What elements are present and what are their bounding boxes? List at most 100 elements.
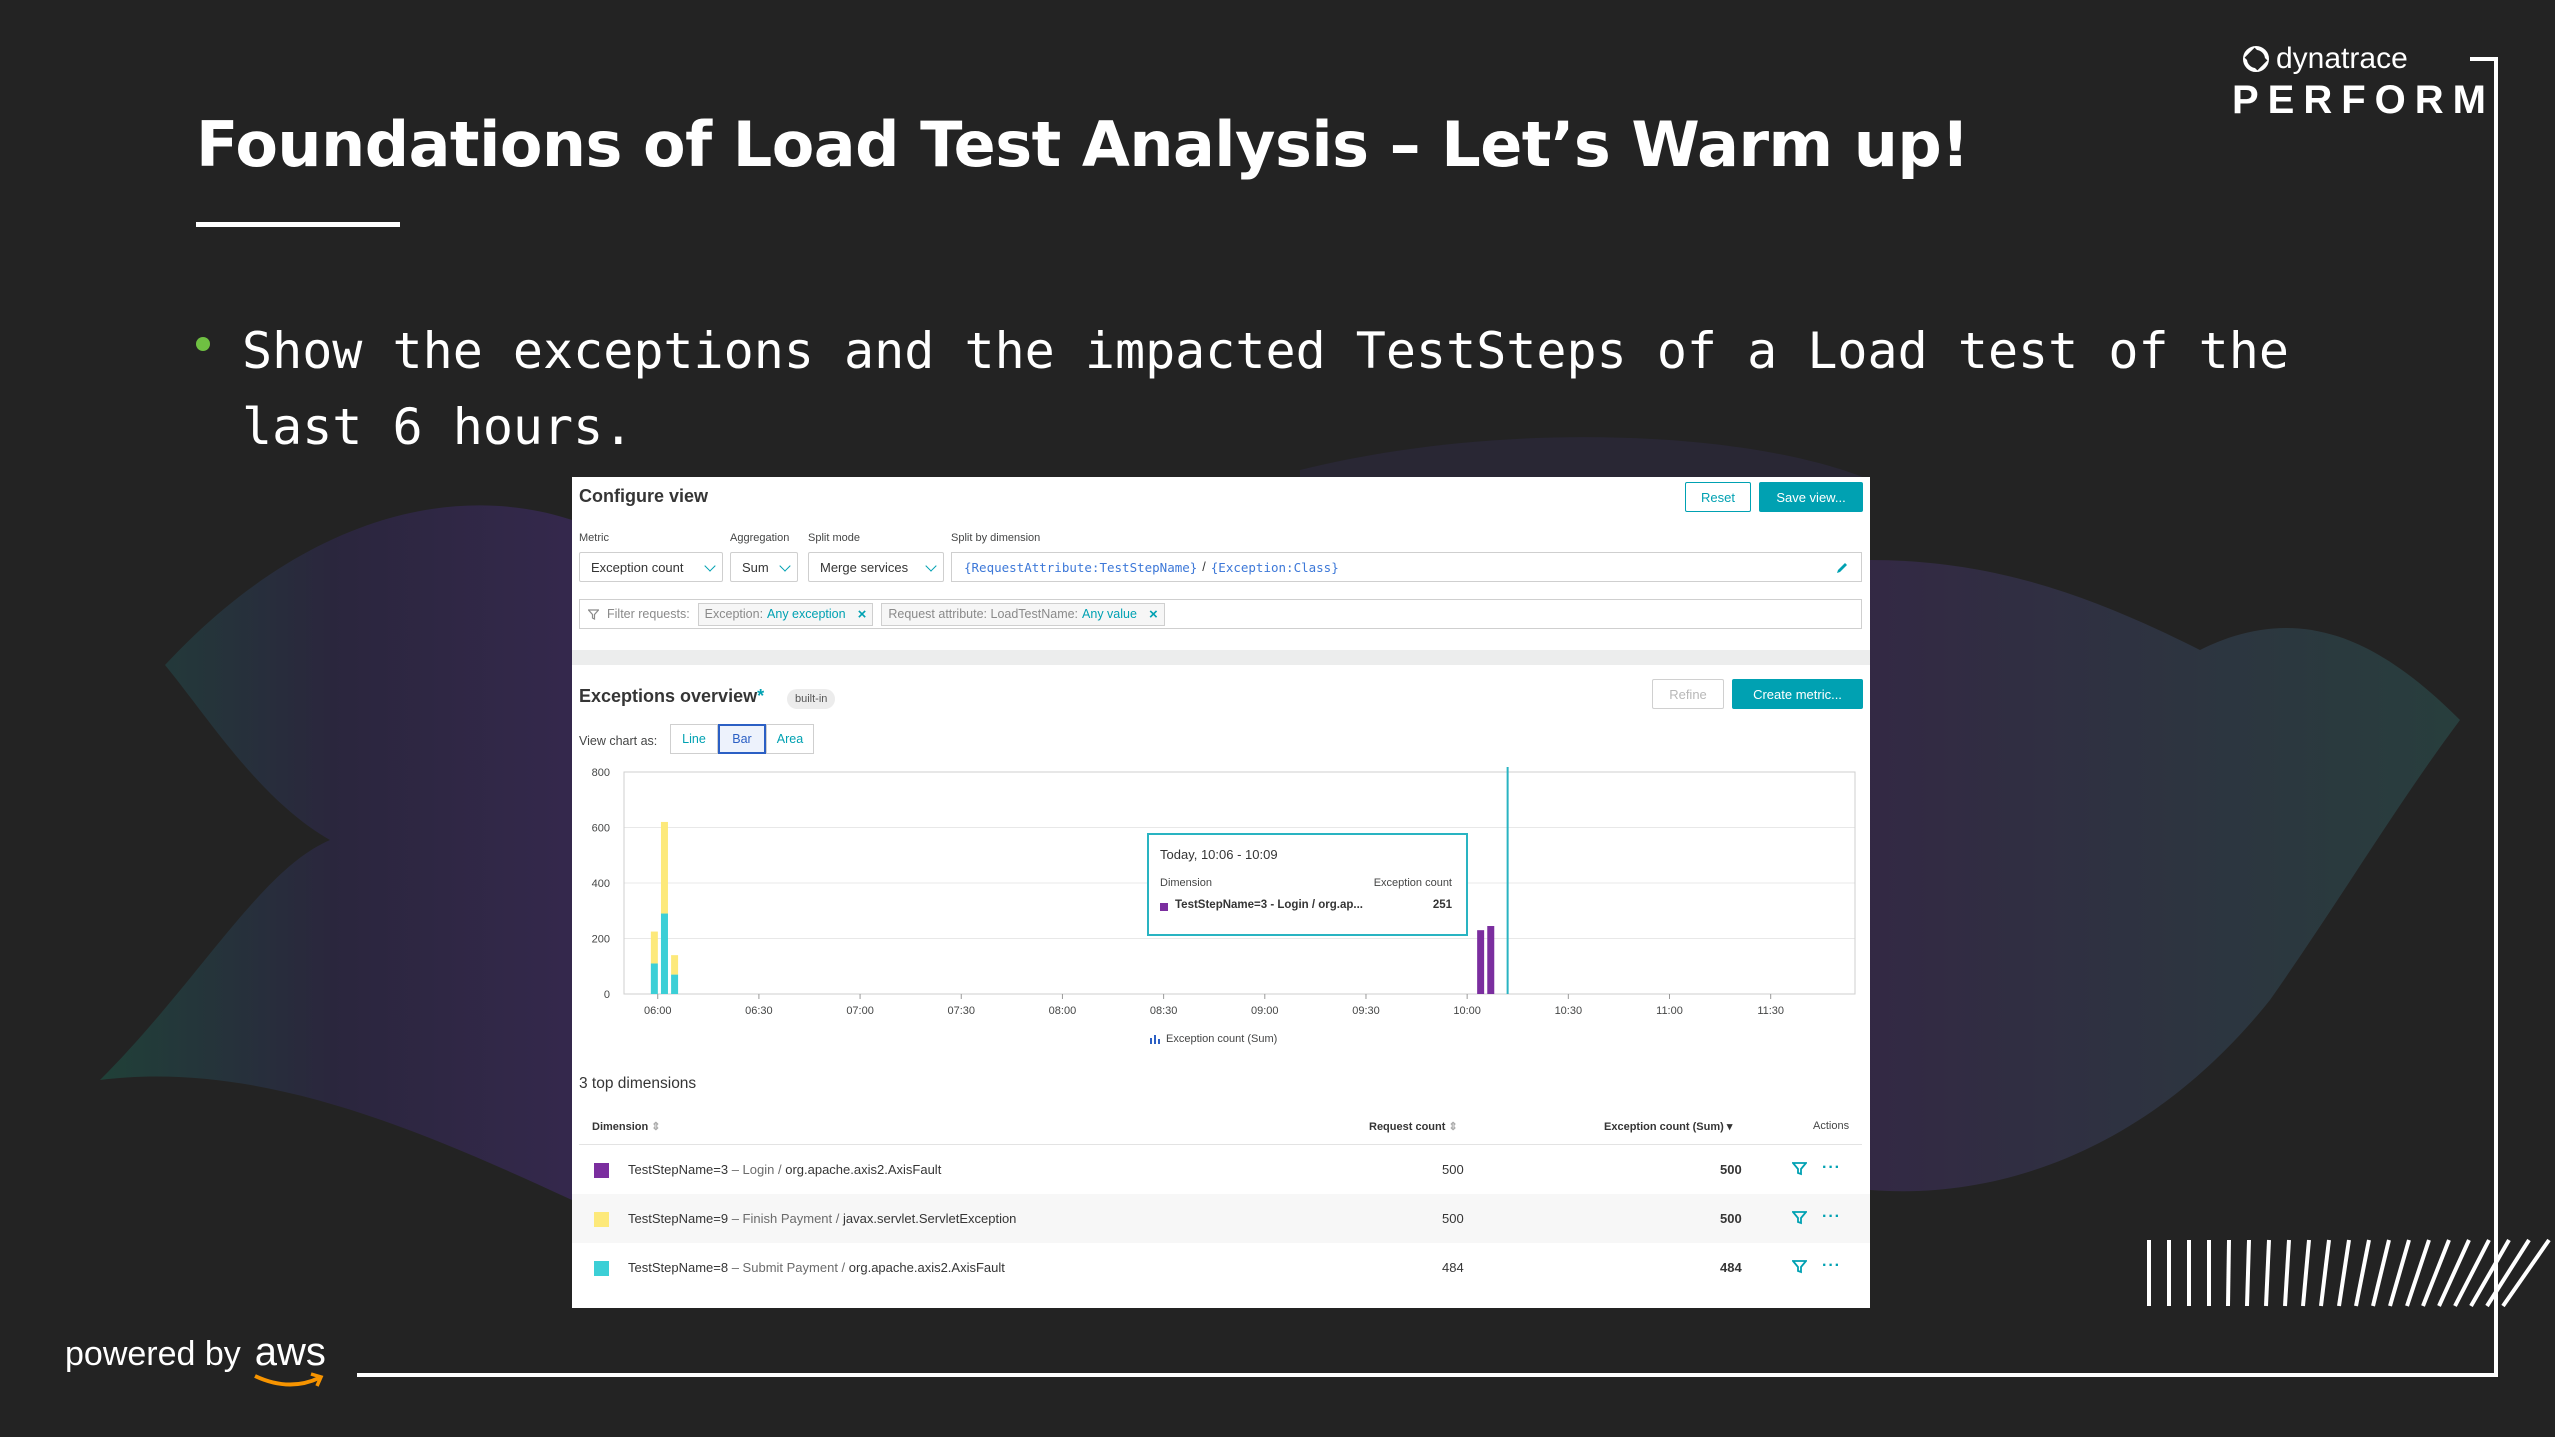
x-tick-label: 11:00 bbox=[1656, 1005, 1683, 1017]
decorative-slashes bbox=[2147, 1238, 2551, 1308]
x-tick-label: 10:00 bbox=[1453, 1005, 1481, 1017]
chart-legend[interactable]: Exception count (Sum) bbox=[1150, 1033, 1277, 1045]
request-count-cell: 484 bbox=[1442, 1260, 1464, 1275]
overview-title-text: Exceptions overview bbox=[579, 686, 758, 706]
chart-type-line[interactable]: Line bbox=[670, 724, 718, 754]
chip-key: Request attribute: LoadTestName: bbox=[888, 607, 1079, 621]
aggregation-label: Aggregation bbox=[730, 532, 790, 544]
table-row[interactable]: TestStepName=8 – Submit Payment / org.ap… bbox=[572, 1243, 1870, 1292]
dimension-step: – Submit Payment / bbox=[731, 1260, 846, 1275]
refine-button[interactable]: Refine bbox=[1652, 679, 1724, 709]
chevron-down-icon bbox=[925, 560, 937, 572]
pencil-icon[interactable] bbox=[1835, 561, 1849, 575]
x-tick-label: 08:00 bbox=[1049, 1005, 1077, 1017]
filter-chip-loadtestname[interactable]: Request attribute: LoadTestName: Any val… bbox=[881, 602, 1165, 626]
x-tick-label: 07:30 bbox=[947, 1005, 975, 1017]
chevron-down-icon bbox=[704, 560, 716, 572]
save-view-button[interactable]: Save view... bbox=[1759, 482, 1863, 512]
split-mode-value: Merge services bbox=[820, 559, 909, 575]
x-tick-label: 06:00 bbox=[644, 1005, 672, 1017]
filter-icon[interactable] bbox=[1792, 1161, 1807, 1176]
metric-select[interactable]: Exception count bbox=[579, 552, 723, 582]
dimension-cell: TestStepName=9 – Finish Payment / javax.… bbox=[628, 1211, 1016, 1226]
powered-by-aws: powered by aws bbox=[65, 1330, 326, 1387]
aggregation-value: Sum bbox=[742, 559, 769, 575]
exception-count-cell: 500 bbox=[1720, 1162, 1742, 1177]
chevron-down-icon bbox=[779, 560, 791, 572]
top-dimensions-title: 3 top dimensions bbox=[579, 1075, 697, 1092]
more-actions-icon[interactable]: ··· bbox=[1822, 1257, 1841, 1275]
request-count-cell: 500 bbox=[1442, 1211, 1464, 1226]
title-underline bbox=[196, 222, 400, 227]
dimension-name: TestStepName=8 bbox=[628, 1260, 729, 1275]
metric-label: Metric bbox=[579, 532, 609, 544]
chip-value: Any exception bbox=[767, 607, 846, 621]
close-icon[interactable]: × bbox=[1149, 606, 1158, 623]
tooltip-time: Today, 10:06 - 10:09 bbox=[1160, 847, 1278, 862]
overview-star: * bbox=[757, 686, 765, 706]
x-tick-label: 07:00 bbox=[846, 1005, 874, 1017]
view-chart-as-label: View chart as: bbox=[579, 734, 658, 748]
exception-count-cell: 500 bbox=[1720, 1211, 1742, 1226]
column-header-request-count[interactable]: Request count ⇕ bbox=[1369, 1120, 1458, 1133]
chart-bar bbox=[650, 963, 658, 994]
aws-logo-text: aws bbox=[254, 1330, 326, 1374]
filter-icon[interactable] bbox=[1792, 1210, 1807, 1225]
sort-desc-icon: ▾ bbox=[1726, 1121, 1733, 1133]
chart-type-area[interactable]: Area bbox=[766, 724, 814, 754]
filter-label: Filter requests: bbox=[607, 607, 690, 621]
header-dimension-text: Dimension bbox=[592, 1121, 649, 1133]
chart-bar bbox=[660, 821, 668, 914]
dimension-exception: org.apache.axis2.AxisFault bbox=[785, 1162, 942, 1177]
more-actions-icon[interactable]: ··· bbox=[1822, 1159, 1841, 1177]
more-actions-icon[interactable]: ··· bbox=[1822, 1208, 1841, 1226]
reset-button[interactable]: Reset bbox=[1685, 482, 1751, 512]
filter-icon[interactable] bbox=[1792, 1259, 1807, 1274]
split-mode-label: Split mode bbox=[808, 532, 860, 544]
x-tick-label: 09:30 bbox=[1352, 1005, 1380, 1017]
tooltip-row-name: TestStepName=3 - Login / org.ap... bbox=[1175, 899, 1363, 911]
dimension-part1: {RequestAttribute:TestStepName} bbox=[964, 559, 1198, 575]
dimension-name: TestStepName=9 bbox=[628, 1211, 729, 1226]
exceptions-overview-title: Exceptions overview* bbox=[579, 686, 764, 707]
chip-value: Any value bbox=[1082, 607, 1137, 621]
split-dimension-input[interactable]: {RequestAttribute:TestStepName} / {Excep… bbox=[951, 552, 1862, 582]
filter-requests-bar[interactable]: Filter requests: Exception: Any exceptio… bbox=[579, 599, 1862, 629]
dynatrace-screenshot: Configure view Reset Save view... Metric… bbox=[572, 477, 1870, 1308]
column-header-exception-count[interactable]: Exception count (Sum) ▾ bbox=[1604, 1120, 1732, 1133]
table-row[interactable]: TestStepName=9 – Finish Payment / javax.… bbox=[572, 1194, 1870, 1243]
frame-line-right bbox=[2494, 57, 2498, 1377]
table-row[interactable]: TestStepName=3 – Login / org.apache.axis… bbox=[572, 1145, 1870, 1194]
tooltip-swatch bbox=[1160, 903, 1168, 911]
frame-line-bottom bbox=[357, 1373, 2498, 1377]
x-tick-label: 08:30 bbox=[1150, 1005, 1178, 1017]
aws-logo: aws bbox=[253, 1330, 326, 1387]
chart-bar bbox=[671, 974, 679, 994]
dimension-cell: TestStepName=8 – Submit Payment / org.ap… bbox=[628, 1260, 1005, 1275]
tooltip-dimension-header: Dimension bbox=[1160, 877, 1212, 889]
chart-type-bar[interactable]: Bar bbox=[718, 724, 766, 754]
chart-bar bbox=[660, 913, 668, 994]
chart-bar bbox=[1487, 926, 1495, 994]
split-dimension-label: Split by dimension bbox=[951, 532, 1041, 544]
series-swatch bbox=[594, 1163, 609, 1178]
column-header-dimension[interactable]: Dimension ⇕ bbox=[592, 1120, 661, 1133]
request-count-cell: 500 bbox=[1442, 1162, 1464, 1177]
dimension-cell: TestStepName=3 – Login / org.apache.axis… bbox=[628, 1162, 941, 1177]
create-metric-button[interactable]: Create metric... bbox=[1732, 679, 1863, 709]
filter-icon bbox=[588, 608, 599, 620]
x-tick-label: 09:00 bbox=[1251, 1005, 1279, 1017]
sort-icon: ⇕ bbox=[1448, 1121, 1458, 1133]
y-tick-label: 400 bbox=[592, 878, 610, 890]
aggregation-select[interactable]: Sum bbox=[730, 552, 798, 582]
powered-by-label: powered by bbox=[65, 1335, 241, 1373]
filter-chip-exception[interactable]: Exception: Any exception × bbox=[697, 602, 874, 626]
sort-icon: ⇕ bbox=[651, 1121, 661, 1133]
header-exception-text: Exception count (Sum) bbox=[1604, 1121, 1724, 1133]
close-icon[interactable]: × bbox=[858, 606, 867, 623]
tooltip-row-value: 251 bbox=[1432, 899, 1452, 911]
x-tick-label: 11:30 bbox=[1757, 1005, 1784, 1017]
chart-tooltip: Today, 10:06 - 10:09 Dimension Exception… bbox=[1147, 833, 1468, 936]
split-mode-select[interactable]: Merge services bbox=[808, 552, 944, 582]
y-tick-label: 0 bbox=[604, 989, 610, 1001]
